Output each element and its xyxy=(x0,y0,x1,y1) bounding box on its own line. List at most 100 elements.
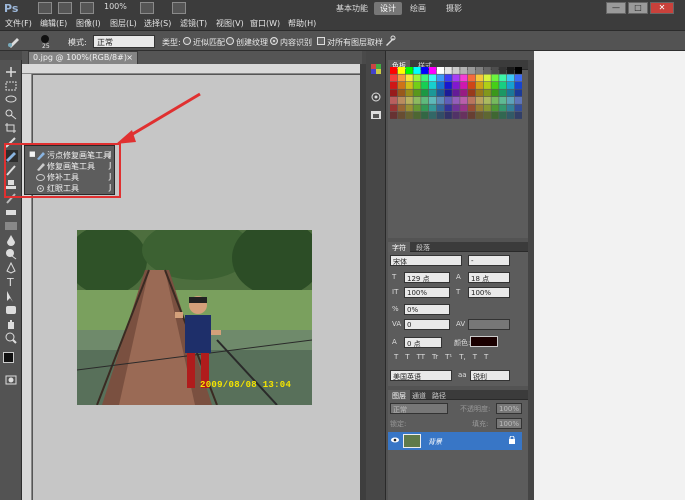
tracking-field[interactable]: 0 xyxy=(404,319,450,330)
adjustments-icon[interactable] xyxy=(370,91,382,103)
swatch-chip[interactable] xyxy=(452,104,460,112)
quick-select-tool-icon[interactable] xyxy=(4,108,18,120)
language-select[interactable]: 美国英语 xyxy=(390,370,452,381)
swatch-chip[interactable] xyxy=(491,74,499,82)
swatch-chip[interactable] xyxy=(429,89,437,97)
swatch-chip[interactable] xyxy=(483,112,491,119)
swatch-chip[interactable] xyxy=(436,82,444,89)
masks-icon[interactable] xyxy=(370,109,382,121)
swatch-chip[interactable] xyxy=(468,97,476,104)
radio-proximity-match[interactable] xyxy=(183,37,191,45)
swatch-chip[interactable] xyxy=(429,82,437,89)
swatch-chip[interactable] xyxy=(514,74,522,82)
close-button[interactable]: ✕ xyxy=(650,2,674,14)
swatch-chip[interactable] xyxy=(390,104,398,112)
baseline-field[interactable]: 0 点 xyxy=(404,337,442,348)
hand-tool-icon[interactable] xyxy=(4,318,18,330)
swatch-chip[interactable] xyxy=(405,82,413,89)
kerning-field[interactable] xyxy=(468,319,510,330)
swatch-chip[interactable] xyxy=(475,89,483,97)
swatch-chip[interactable] xyxy=(413,82,421,89)
antialias-select[interactable]: 锐利 xyxy=(470,370,510,381)
marquee-tool-icon[interactable] xyxy=(4,80,18,92)
opacity-field[interactable]: 100% xyxy=(496,403,522,414)
swatch-chip[interactable] xyxy=(413,67,421,74)
swatch-chip[interactable] xyxy=(397,112,405,119)
sample-all-layers-checkbox[interactable] xyxy=(317,37,325,45)
swatch-chip[interactable] xyxy=(421,97,429,104)
tab-channels[interactable]: 通道 xyxy=(408,390,430,400)
swatch-chip[interactable] xyxy=(436,74,444,82)
swatch-chip[interactable] xyxy=(429,104,437,112)
document-tab[interactable]: 0.jpg @ 100%(RGB/8#) × xyxy=(28,51,138,64)
all-caps-button[interactable]: TT xyxy=(417,353,425,361)
swatch-chip[interactable] xyxy=(468,82,476,89)
swatch-chip[interactable] xyxy=(436,97,444,104)
swatch-chip[interactable] xyxy=(460,112,468,119)
swatch-chip[interactable] xyxy=(468,89,476,97)
swatch-chip[interactable] xyxy=(444,112,452,119)
swatch-chip[interactable] xyxy=(452,112,460,119)
swatch-chip[interactable] xyxy=(452,97,460,104)
swatch-chip[interactable] xyxy=(514,97,522,104)
guides-icon[interactable] xyxy=(80,2,94,14)
swatch-chip[interactable] xyxy=(514,67,522,74)
menu-filter[interactable]: 滤镜(T) xyxy=(180,18,207,29)
fill-field[interactable]: 100% xyxy=(496,418,522,429)
swatch-chip[interactable] xyxy=(507,67,515,74)
swatch-chip[interactable] xyxy=(460,104,468,112)
bridge-icon[interactable] xyxy=(38,2,52,14)
swatch-chip[interactable] xyxy=(491,82,499,89)
workspace-photography[interactable]: 摄影 xyxy=(440,2,468,15)
menu-select[interactable]: 选择(S) xyxy=(144,18,171,29)
swatch-chip[interactable] xyxy=(460,89,468,97)
maximize-button[interactable]: □ xyxy=(628,2,648,14)
pen-tool-icon[interactable] xyxy=(4,261,18,274)
swatch-chip[interactable] xyxy=(397,74,405,82)
swatch-chip[interactable] xyxy=(413,89,421,97)
swatch-chip[interactable] xyxy=(436,67,444,74)
blur-tool-icon[interactable] xyxy=(4,234,18,246)
swatch-chip[interactable] xyxy=(405,104,413,112)
swatch-chip[interactable] xyxy=(491,112,499,119)
swatch-chip[interactable] xyxy=(475,82,483,89)
menu-file[interactable]: 文件(F) xyxy=(5,18,32,29)
swatch-chip[interactable] xyxy=(421,104,429,112)
path-selection-tool-icon[interactable] xyxy=(4,290,18,302)
subscript-button[interactable]: T, xyxy=(459,353,466,361)
swatch-chip[interactable] xyxy=(483,104,491,112)
swatch-chip[interactable] xyxy=(475,104,483,112)
swatch-chip[interactable] xyxy=(507,112,515,119)
swatch-chip[interactable] xyxy=(483,67,491,74)
swatch-chip[interactable] xyxy=(413,112,421,119)
tab-paragraph[interactable]: 段落 xyxy=(412,242,434,252)
swatch-chip[interactable] xyxy=(475,74,483,82)
menu-image[interactable]: 图像(I) xyxy=(76,18,101,29)
type-tool-icon[interactable]: T xyxy=(4,276,18,289)
font-family-select[interactable]: 宋体 xyxy=(390,255,462,266)
swatch-chip[interactable] xyxy=(390,89,398,97)
menu-layer[interactable]: 图层(L) xyxy=(110,18,137,29)
swatch-chip[interactable] xyxy=(507,104,515,112)
swatch-chip[interactable] xyxy=(444,82,452,89)
swatch-chip[interactable] xyxy=(436,104,444,112)
swatch-chip[interactable] xyxy=(514,89,522,97)
move-tool-icon[interactable] xyxy=(4,66,18,78)
text-color-swatch[interactable] xyxy=(470,336,498,347)
quick-mask-icon[interactable] xyxy=(4,374,18,386)
swatch-chip[interactable] xyxy=(499,104,507,112)
swatch-chip[interactable] xyxy=(397,67,405,74)
strikethrough-button[interactable]: T xyxy=(484,353,488,361)
tab-layers[interactable]: 图层 xyxy=(388,390,410,400)
menu-edit[interactable]: 编辑(E) xyxy=(40,18,67,29)
swatch-chip[interactable] xyxy=(397,82,405,89)
pressure-size-icon[interactable] xyxy=(384,35,396,47)
swatch-chip[interactable] xyxy=(429,112,437,119)
color-panel-icon[interactable] xyxy=(370,63,382,75)
swatch-chip[interactable] xyxy=(514,112,522,119)
swatch-chip[interactable] xyxy=(413,97,421,104)
gradient-tool-icon[interactable] xyxy=(4,220,18,232)
swatch-chip[interactable] xyxy=(429,67,437,74)
swatch-chip[interactable] xyxy=(421,67,429,74)
crop-tool-icon[interactable] xyxy=(4,122,18,134)
